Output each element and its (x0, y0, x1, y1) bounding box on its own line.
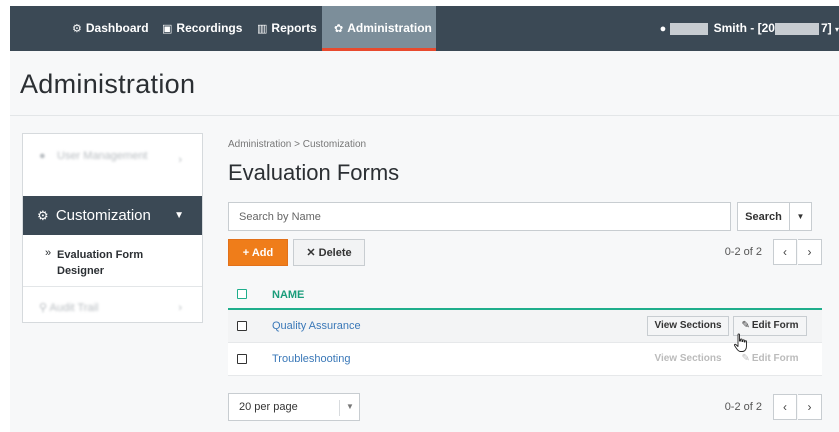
nav-reports[interactable]: ▥ Reports (257, 6, 317, 51)
search-options-caret-icon[interactable]: ▼ (790, 202, 812, 231)
page-header: Administration (10, 51, 839, 116)
top-nav: ⚙ Dashboard ▣ Recordings ▥ Reports ✿ Adminis… (10, 6, 839, 51)
pager-bottom: 0-2 of 2 ‹ › (600, 394, 822, 420)
caret-down-icon: ▾ (834, 25, 839, 34)
user-icon: ● (39, 150, 46, 162)
recordings-icon: ▣ (162, 23, 173, 35)
chevron-right-icon: › (178, 302, 182, 314)
prev-page-button[interactable]: ‹ (773, 394, 797, 420)
search-input[interactable] (228, 202, 731, 231)
sidebar-item-customization[interactable]: ⚙ Customization ▼ (23, 196, 202, 235)
prev-page-button[interactable]: ‹ (773, 239, 797, 265)
main-title: Evaluation Forms (228, 160, 400, 185)
plus-icon: + (242, 246, 250, 259)
chevron-right-icon: › (807, 400, 812, 414)
edit-icon: ✎ (741, 353, 750, 364)
reports-icon: ▥ (257, 23, 268, 35)
pager-info: 0-2 of 2 (724, 246, 762, 258)
cogs-icon: ⚙ (37, 208, 49, 223)
table-header: NAME (228, 280, 822, 310)
hand-cursor-icon (733, 333, 747, 352)
gear-icon: ✿ (334, 23, 344, 35)
search-bar: Search ▼ (228, 202, 812, 231)
nav-dashboard[interactable]: ⚙ Dashboard (72, 6, 149, 51)
view-sections-button[interactable]: View Sections (647, 316, 729, 336)
redacted-block (774, 22, 819, 35)
close-icon: ✕ (306, 247, 316, 259)
user-icon: ● (659, 23, 667, 35)
select-all-checkbox[interactable] (237, 289, 247, 299)
add-button[interactable]: + Add (228, 239, 288, 266)
pager-top: 0-2 of 2 ‹ › (600, 239, 822, 265)
caret-down-icon: ▼ (346, 402, 354, 411)
double-chevron-icon: » (45, 247, 52, 259)
search-button[interactable]: Search (737, 202, 790, 231)
next-page-button[interactable]: › (798, 239, 822, 265)
sidebar-item-audit-trail[interactable]: ⚲ Audit Trail › (23, 296, 202, 320)
delete-button[interactable]: ✕ Delete (293, 239, 365, 266)
chevron-right-icon: › (807, 245, 812, 259)
pager-info: 0-2 of 2 (724, 401, 762, 413)
form-name-link[interactable]: Troubleshooting (272, 353, 350, 365)
view-sections-button[interactable]: View Sections (647, 349, 729, 369)
breadcrumb: Administration > Customization (228, 139, 367, 150)
row-checkbox[interactable] (237, 321, 247, 331)
chevron-down-icon: ▼ (174, 210, 184, 221)
page-title: Administration (20, 69, 196, 99)
edit-icon: ✎ (741, 320, 750, 331)
sidebar-item-user-management[interactable]: ● User Management › (23, 142, 202, 186)
search-icon: ⚲ (39, 302, 48, 314)
next-page-button[interactable]: › (798, 394, 822, 420)
divider (339, 400, 340, 416)
redacted-block (670, 22, 709, 35)
chevron-left-icon: ‹ (783, 245, 787, 259)
dashboard-icon: ⚙ (72, 23, 82, 35)
user-menu[interactable]: ● Smith - [20 7] ▾ (660, 6, 839, 51)
sidebar-item-evaluation-form-designer[interactable]: » Evaluation Form Designer (23, 235, 202, 287)
form-name-link[interactable]: Quality Assurance (272, 320, 361, 332)
row-checkbox[interactable] (237, 354, 247, 364)
forms-table: NAME Quality Assurance View Sections ✎ Ed… (228, 280, 822, 376)
column-header-name[interactable]: NAME (272, 289, 304, 301)
sidebar: ● User Management › ⚙ Customization ▼ » … (22, 133, 203, 323)
nav-recordings[interactable]: ▣ Recordings (162, 6, 242, 51)
per-page-select[interactable]: 20 per page ▼ (228, 393, 360, 421)
chevron-right-icon: › (178, 154, 182, 166)
chevron-left-icon: ‹ (783, 400, 787, 414)
nav-administration[interactable]: ✿ Administration (322, 6, 436, 51)
